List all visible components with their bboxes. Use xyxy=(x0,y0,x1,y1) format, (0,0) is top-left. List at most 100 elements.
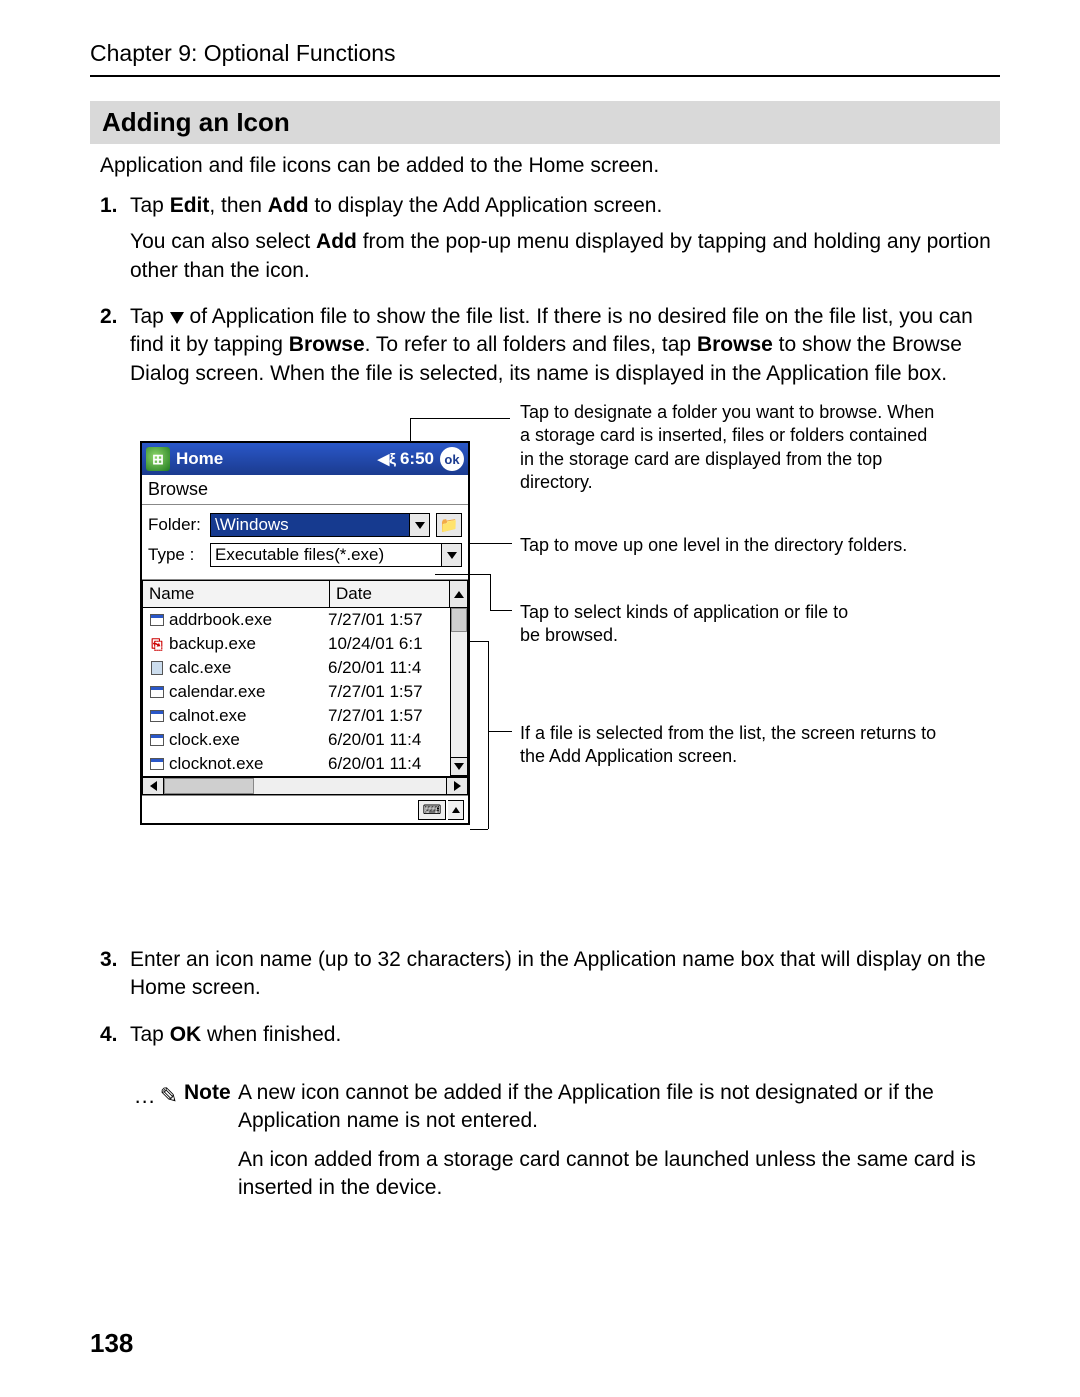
file-row[interactable]: calnot.exe7/27/01 1:57 xyxy=(143,704,450,728)
step-body: Tap Edit, then Add to display the Add Ap… xyxy=(130,192,1000,285)
callout-filelist: If a file is selected from the list, the… xyxy=(520,722,940,769)
folder-dropdown[interactable]: \Windows xyxy=(210,513,430,537)
scroll-left-button[interactable] xyxy=(142,777,164,795)
win-icon xyxy=(147,610,167,630)
calc-icon xyxy=(147,658,167,678)
device-screenshot: ⊞ Home ◀ξ 6:50 ok Browse Folder: \Window… xyxy=(140,441,470,825)
callout-line xyxy=(470,641,488,642)
win-icon xyxy=(147,682,167,702)
text: Tap xyxy=(130,1023,170,1046)
bold: OK xyxy=(170,1023,202,1046)
bold: Browse xyxy=(289,333,365,356)
callout-line xyxy=(490,610,512,611)
callout-line xyxy=(410,418,510,419)
sip-menu-button[interactable] xyxy=(448,800,464,820)
bold: Add xyxy=(316,230,357,253)
text: , then xyxy=(209,194,267,217)
file-name: clock.exe xyxy=(169,730,328,750)
file-name: backup.exe xyxy=(169,634,328,654)
file-date: 7/27/01 1:57 xyxy=(328,682,446,702)
file-date: 6/20/01 11:4 xyxy=(328,658,446,678)
type-label: Type : xyxy=(148,545,210,565)
chevron-down-icon[interactable] xyxy=(409,514,429,536)
step-number: 1. xyxy=(100,192,130,285)
win-icon xyxy=(147,754,167,774)
file-row[interactable]: clocknot.exe6/20/01 11:4 xyxy=(143,752,450,776)
horizontal-scrollbar[interactable] xyxy=(164,777,446,795)
page-number: 138 xyxy=(90,1328,133,1359)
titlebar: ⊞ Home ◀ξ 6:50 ok xyxy=(142,443,468,475)
keyboard-icon[interactable]: ⌨ xyxy=(418,800,446,820)
folder-label: Folder: xyxy=(148,515,210,535)
text: You can also select xyxy=(130,230,316,253)
text: Tap xyxy=(130,305,170,328)
scroll-right-button[interactable] xyxy=(446,777,468,795)
browse-label: Browse xyxy=(142,475,468,505)
step-number: 4. xyxy=(100,1021,130,1049)
chapter-header: Chapter 9: Optional Functions xyxy=(90,40,1000,77)
backup-icon: ⎘ xyxy=(147,634,167,654)
intro-text: Application and file icons can be added … xyxy=(100,154,1000,178)
scroll-down-button[interactable] xyxy=(451,757,467,775)
note-paragraph: A new icon cannot be added if the Applic… xyxy=(238,1079,1000,1136)
file-row[interactable]: clock.exe6/20/01 11:4 xyxy=(143,728,450,752)
file-name: calc.exe xyxy=(169,658,328,678)
file-date: 10/24/01 6:1 xyxy=(328,634,446,654)
note-icon: …✎ xyxy=(100,1079,178,1212)
text: when finished. xyxy=(201,1023,341,1046)
callout-line xyxy=(410,418,411,441)
bold: Edit xyxy=(170,194,210,217)
step-number: 3. xyxy=(100,946,130,1003)
file-row[interactable]: calc.exe6/20/01 11:4 xyxy=(143,656,450,680)
scroll-up-button[interactable] xyxy=(450,580,468,608)
note-body: A new icon cannot be added if the Applic… xyxy=(238,1079,1000,1212)
file-row[interactable]: ⎘backup.exe10/24/01 6:1 xyxy=(143,632,450,656)
win-icon xyxy=(147,730,167,750)
callout-type: Tap to select kinds of application or fi… xyxy=(520,601,860,648)
file-date: 7/27/01 1:57 xyxy=(328,706,446,726)
file-date: 7/27/01 1:57 xyxy=(328,610,446,630)
step-number: 2. xyxy=(100,303,130,388)
type-dropdown[interactable]: Executable files(*.exe) xyxy=(210,543,462,567)
app-title: Home xyxy=(176,449,378,469)
callout-line xyxy=(435,574,490,575)
section-title: Adding an Icon xyxy=(90,101,1000,144)
note-label: Note xyxy=(178,1079,238,1212)
column-header-date[interactable]: Date xyxy=(330,580,450,608)
callout-folder: Tap to designate a folder you want to br… xyxy=(520,401,940,495)
callout-line xyxy=(470,829,488,830)
scrollbar-thumb[interactable] xyxy=(164,778,254,794)
clock: 6:50 xyxy=(400,449,434,469)
type-value: Executable files(*.exe) xyxy=(211,544,441,566)
win-icon xyxy=(147,706,167,726)
dropdown-icon xyxy=(170,312,184,324)
column-header-name[interactable]: Name xyxy=(142,580,330,608)
start-icon[interactable]: ⊞ xyxy=(146,447,170,471)
ok-button[interactable]: ok xyxy=(440,447,464,471)
callout-line xyxy=(470,543,512,544)
callout-line xyxy=(488,641,489,829)
note-paragraph: An icon added from a storage card cannot… xyxy=(238,1146,1000,1203)
text: Tap xyxy=(130,194,170,217)
step-body: Enter an icon name (up to 32 characters)… xyxy=(130,946,1000,1003)
folder-up-button[interactable]: 📁 xyxy=(436,513,462,537)
file-name: addrbook.exe xyxy=(169,610,328,630)
text: to display the Add Application screen. xyxy=(309,194,663,217)
scrollbar-thumb[interactable] xyxy=(451,608,467,632)
callout-line xyxy=(488,731,512,732)
folder-value: \Windows xyxy=(211,514,409,536)
sip-bar: ⌨ xyxy=(142,795,468,823)
callout-line xyxy=(490,574,491,610)
sound-icon[interactable]: ◀ξ xyxy=(378,450,396,468)
bold: Add xyxy=(268,194,309,217)
vertical-scrollbar[interactable] xyxy=(451,608,467,757)
file-row[interactable]: addrbook.exe7/27/01 1:57 xyxy=(143,608,450,632)
chevron-down-icon[interactable] xyxy=(441,544,461,566)
file-date: 6/20/01 11:4 xyxy=(328,730,446,750)
bold: Browse xyxy=(697,333,773,356)
file-name: clocknot.exe xyxy=(169,754,328,774)
step-body: Tap OK when finished. xyxy=(130,1021,1000,1049)
file-row[interactable]: calendar.exe7/27/01 1:57 xyxy=(143,680,450,704)
file-name: calnot.exe xyxy=(169,706,328,726)
file-date: 6/20/01 11:4 xyxy=(328,754,446,774)
